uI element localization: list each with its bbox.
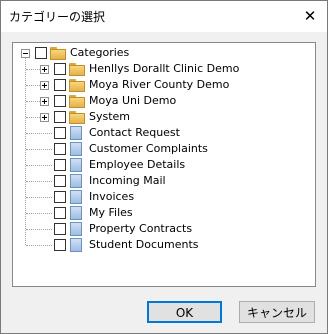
tree-connector xyxy=(26,117,40,118)
document-icon xyxy=(70,206,82,220)
tree-checkbox[interactable] xyxy=(54,63,66,75)
document-icon xyxy=(70,142,82,156)
tree-node-root[interactable]: Categories xyxy=(13,45,313,61)
tree-node-label: Incoming Mail xyxy=(89,174,166,187)
tree-connector xyxy=(26,181,52,182)
tree-node-item[interactable]: Student Documents xyxy=(13,237,313,253)
dialog-title: カテゴリーの選択 xyxy=(9,10,106,24)
tree-node-label: Property Contracts xyxy=(89,222,193,235)
tree-checkbox[interactable] xyxy=(54,111,66,123)
folder-icon xyxy=(69,63,85,76)
tree-node-label: Henllys Dorallt Clinic Demo xyxy=(89,62,240,75)
folder-icon xyxy=(69,111,85,124)
tree-checkbox[interactable] xyxy=(54,239,66,251)
ok-button[interactable]: OK xyxy=(147,301,222,323)
tree-checkbox[interactable] xyxy=(54,207,66,219)
tree-checkbox[interactable] xyxy=(35,47,47,59)
tree-node-item[interactable]: Customer Complaints xyxy=(13,141,313,157)
tree-node-label: Customer Complaints xyxy=(89,142,208,155)
expand-icon[interactable] xyxy=(40,65,49,74)
tree-node-item[interactable]: Invoices xyxy=(13,189,313,205)
title-bar: カテゴリーの選択 ✕ xyxy=(1,1,327,32)
tree-node-label: Contact Request xyxy=(89,126,180,139)
category-dialog: カテゴリーの選択 ✕ Categories Henllys Dorallt Cli… xyxy=(0,0,328,334)
tree-node-item[interactable]: My Files xyxy=(13,205,313,221)
tree-node-label: Moya River County Demo xyxy=(89,78,230,91)
tree-connector xyxy=(26,197,52,198)
tree-node-label: Moya Uni Demo xyxy=(89,94,177,107)
folder-icon xyxy=(69,95,85,108)
tree-node-label: Categories xyxy=(70,46,130,59)
tree-connector xyxy=(26,229,52,230)
tree-node-item[interactable]: Incoming Mail xyxy=(13,173,313,189)
tree-connector xyxy=(26,245,52,246)
tree-checkbox[interactable] xyxy=(54,191,66,203)
tree-node-group[interactable]: Moya Uni Demo xyxy=(13,93,313,109)
tree-node-label: Student Documents xyxy=(89,238,199,251)
tree-checkbox[interactable] xyxy=(54,127,66,139)
tree-checkbox[interactable] xyxy=(54,95,66,107)
document-icon xyxy=(70,238,82,252)
close-icon[interactable]: ✕ xyxy=(293,1,327,32)
cancel-button[interactable]: キャンセル xyxy=(239,301,315,323)
expand-icon[interactable] xyxy=(40,81,49,90)
folder-icon xyxy=(69,79,85,92)
document-icon xyxy=(70,158,82,172)
document-icon xyxy=(70,126,82,140)
expand-icon[interactable] xyxy=(40,97,49,106)
category-tree[interactable]: Categories Henllys Dorallt Clinic Demo Moy… xyxy=(12,42,316,287)
folder-icon xyxy=(50,47,66,60)
expand-icon[interactable] xyxy=(40,113,49,122)
tree-checkbox[interactable] xyxy=(54,175,66,187)
document-icon xyxy=(70,222,82,236)
tree-checkbox[interactable] xyxy=(54,143,66,155)
tree-node-label: System xyxy=(89,110,131,123)
document-icon xyxy=(70,174,82,188)
tree-node-label: My Files xyxy=(89,206,133,219)
tree-node-item[interactable]: Employee Details xyxy=(13,157,313,173)
tree-node-group[interactable]: Henllys Dorallt Clinic Demo xyxy=(13,61,313,77)
tree-connector xyxy=(26,133,52,134)
tree-checkbox[interactable] xyxy=(54,159,66,171)
tree-node-group[interactable]: Moya River County Demo xyxy=(13,77,313,93)
tree-node-label: Invoices xyxy=(89,190,135,203)
tree-connector xyxy=(26,149,52,150)
tree-node-item[interactable]: Property Contracts xyxy=(13,221,313,237)
tree-checkbox[interactable] xyxy=(54,79,66,91)
tree-connector xyxy=(26,213,52,214)
tree-checkbox[interactable] xyxy=(54,223,66,235)
tree-connector xyxy=(26,165,52,166)
tree-node-item[interactable]: Contact Request xyxy=(13,125,313,141)
tree-connector xyxy=(26,85,40,86)
tree-connector xyxy=(26,69,40,70)
collapse-icon[interactable] xyxy=(21,49,30,58)
tree-node-label: Employee Details xyxy=(89,158,186,171)
tree-connector xyxy=(26,101,40,102)
document-icon xyxy=(70,190,82,204)
tree-node-group[interactable]: System xyxy=(13,109,313,125)
